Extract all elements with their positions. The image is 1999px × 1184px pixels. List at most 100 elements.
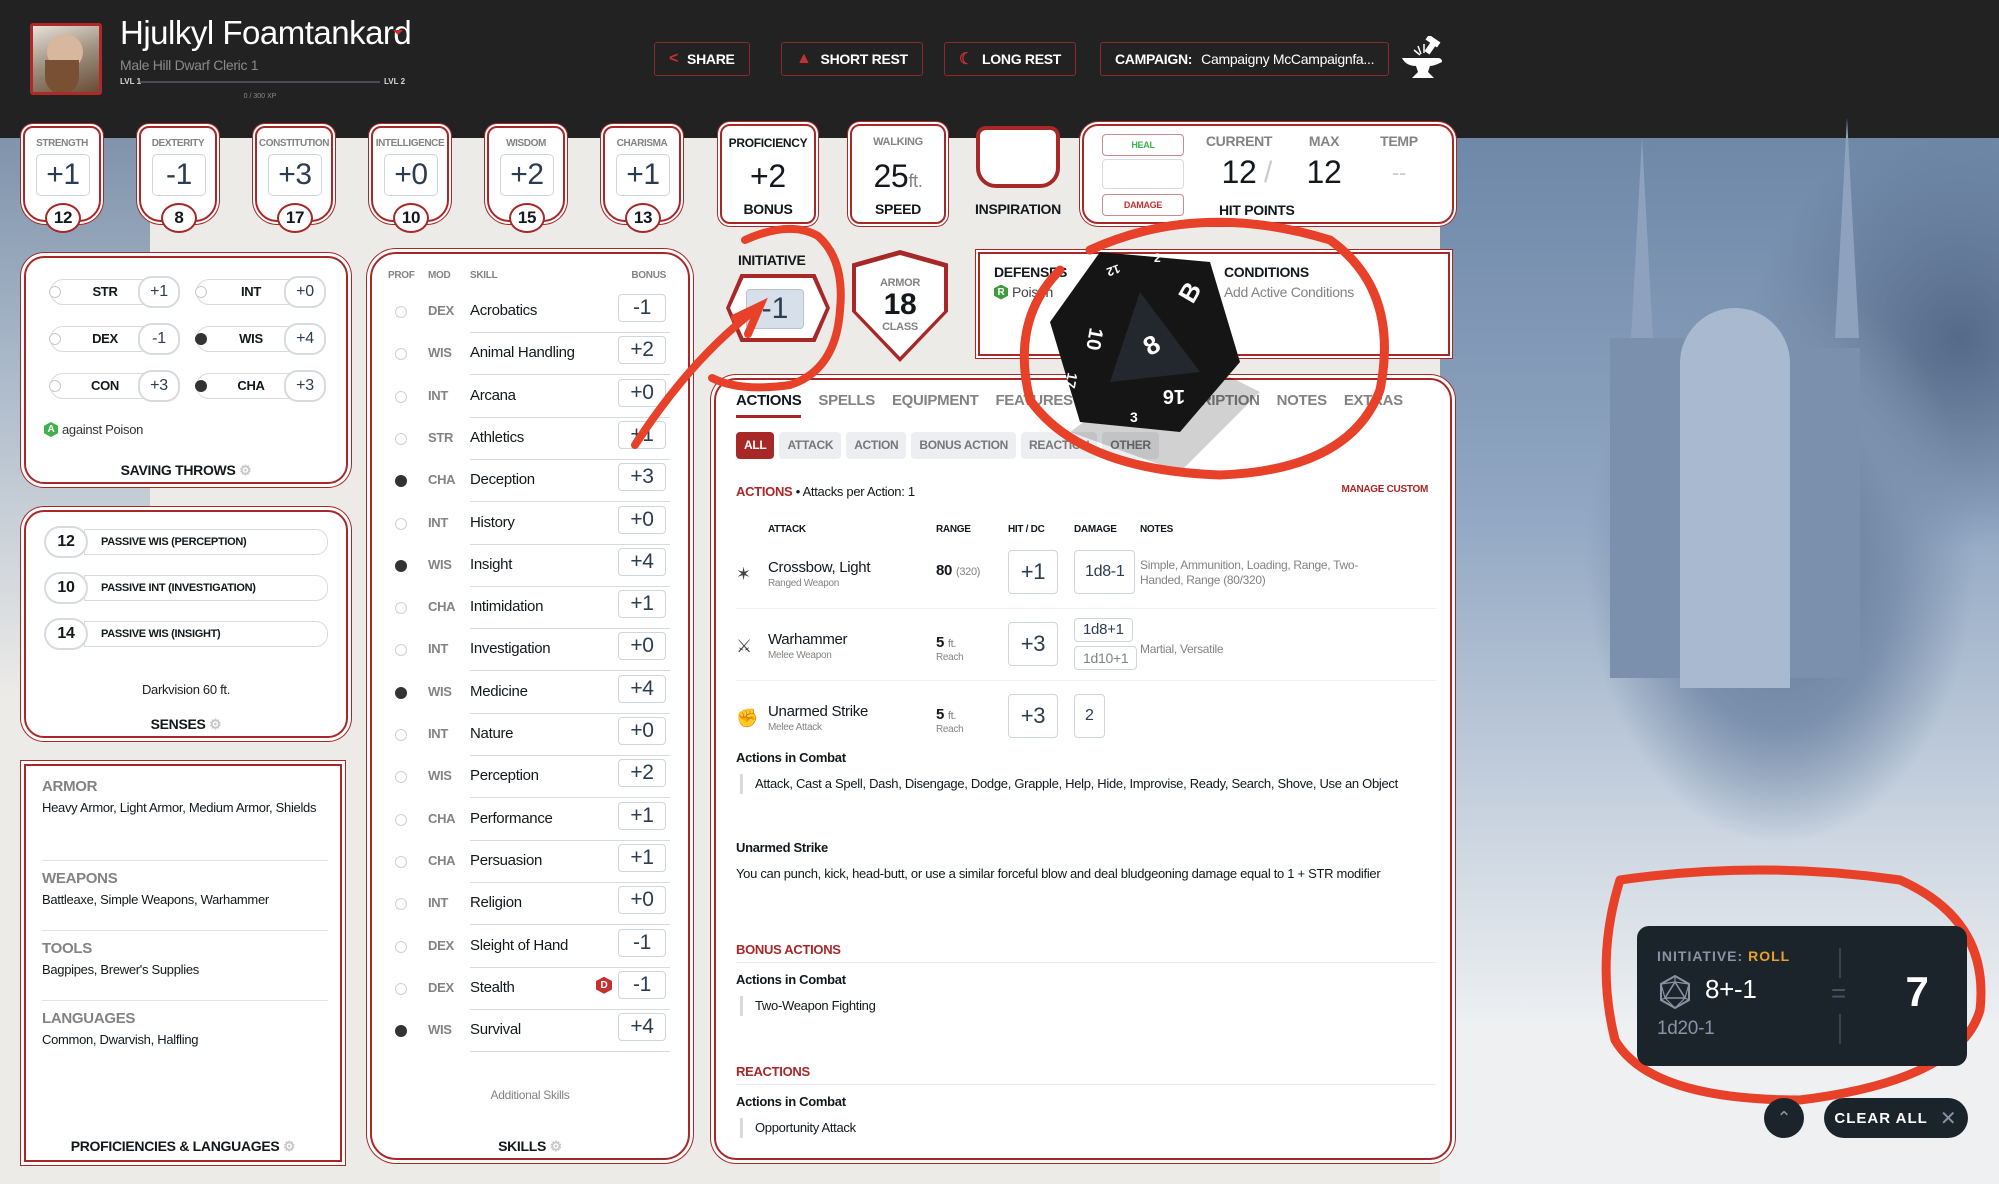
skill-row[interactable]: INT Religion +0 xyxy=(372,884,688,926)
damage-button[interactable]: DAMAGE xyxy=(1102,194,1184,216)
saving-throw-dex[interactable]: DEX -1 xyxy=(49,323,180,355)
gear-icon[interactable]: ⚙ xyxy=(550,1138,563,1154)
skill-bonus-button[interactable]: +4 xyxy=(618,1013,666,1042)
ability-dexterity[interactable]: DEXTERITY -1 8 xyxy=(139,126,217,233)
save-value[interactable]: +4 xyxy=(284,323,326,355)
initiative-roll-button[interactable]: -1 xyxy=(746,289,804,329)
skill-row[interactable]: INT Arcana +0 xyxy=(372,377,688,419)
skill-row[interactable]: DEX Acrobatics -1 xyxy=(372,292,688,334)
ability-constitution[interactable]: CONSTITUTION +3 17 xyxy=(255,126,333,233)
attack-row[interactable]: ✶ Crossbow, Light Ranged Weapon 80 (320) +1 1… xyxy=(736,550,1436,616)
skill-row[interactable]: WIS Survival +4 xyxy=(372,1011,688,1053)
saving-throw-str[interactable]: STR +1 xyxy=(49,276,180,308)
filter-attack[interactable]: ATTACK xyxy=(779,432,842,459)
expand-rolls-button[interactable]: ⌃ xyxy=(1764,1098,1804,1138)
gear-icon[interactable]: ⚙ xyxy=(283,1138,296,1154)
skill-row[interactable]: INT History +0 xyxy=(372,504,688,546)
ability-modifier[interactable]: +0 xyxy=(384,154,438,196)
ability-strength[interactable]: STRENGTH +1 12 xyxy=(23,126,101,233)
tab-spells[interactable]: SPELLS xyxy=(818,392,875,418)
skill-row[interactable]: CHA Performance +1 xyxy=(372,800,688,842)
save-value[interactable]: +0 xyxy=(284,276,326,308)
skill-bonus-button[interactable]: +0 xyxy=(618,717,666,745)
skill-row[interactable]: DEX Stealth D -1 xyxy=(372,969,688,1011)
attack-damage-button[interactable]: 2 xyxy=(1074,694,1105,738)
attack-damage-versatile-button[interactable]: 1d10+1 xyxy=(1074,646,1138,670)
ability-modifier[interactable]: +2 xyxy=(500,154,554,196)
save-value[interactable]: +3 xyxy=(284,370,326,402)
skill-bonus-button[interactable]: +1 xyxy=(618,801,666,830)
ability-charisma[interactable]: CHARISMA +1 13 xyxy=(603,126,681,233)
skill-row[interactable]: CHA Persuasion +1 xyxy=(372,842,688,884)
gear-icon[interactable]: ⚙ xyxy=(209,716,222,732)
ability-score[interactable]: 10 xyxy=(393,203,429,233)
ability-modifier[interactable]: +1 xyxy=(616,154,670,196)
skill-bonus-button[interactable]: -1 xyxy=(618,970,666,999)
ability-score[interactable]: 17 xyxy=(277,203,313,233)
save-value[interactable]: +3 xyxy=(138,370,180,402)
hp-temp[interactable]: -- xyxy=(1354,160,1444,186)
filter-all[interactable]: ALL xyxy=(736,432,775,459)
skill-row[interactable]: WIS Animal Handling +2 xyxy=(372,334,688,376)
filter-bonus-action[interactable]: BONUS ACTION xyxy=(911,432,1017,459)
ability-wisdom[interactable]: WISDOM +2 15 xyxy=(487,126,565,233)
skill-row[interactable]: INT Nature +0 xyxy=(372,715,688,757)
ability-modifier[interactable]: -1 xyxy=(152,154,206,196)
skill-bonus-button[interactable]: +0 xyxy=(618,632,666,661)
campaign-button[interactable]: CAMPAIGN: Campaigny McCampaignfa... xyxy=(1100,42,1390,76)
skill-row[interactable]: WIS Perception +2 xyxy=(372,757,688,799)
skill-row[interactable]: WIS Insight +4 xyxy=(372,546,688,588)
character-avatar[interactable] xyxy=(30,23,102,95)
attack-row[interactable]: ⚔ Warhammer Melee Weapon 5 ft. Reach +3 1d8+1 1… xyxy=(736,618,1436,688)
long-rest-button[interactable]: ☾ LONG REST xyxy=(944,42,1077,76)
ability-intelligence[interactable]: INTELLIGENCE +0 10 xyxy=(371,126,449,233)
attack-damage-button[interactable]: 1d8+1 xyxy=(1074,618,1133,642)
saving-throw-cha[interactable]: CHA +3 xyxy=(195,370,326,402)
tab-extras[interactable]: EXTRAS xyxy=(1344,392,1403,418)
attack-name[interactable]: Unarmed Strike xyxy=(768,703,868,720)
gear-icon[interactable]: ⚙ xyxy=(239,462,252,478)
ability-score[interactable]: 12 xyxy=(45,203,81,233)
attack-name[interactable]: Warhammer xyxy=(768,631,848,648)
save-value[interactable]: +1 xyxy=(138,276,180,308)
ability-modifier[interactable]: +1 xyxy=(36,154,90,196)
hp-change-input[interactable] xyxy=(1102,159,1184,189)
skill-bonus-button[interactable]: +1 xyxy=(618,420,666,449)
saving-throw-con[interactable]: CON +3 xyxy=(49,370,180,402)
skill-row[interactable]: CHA Intimidation +1 xyxy=(372,588,688,630)
skill-bonus-button[interactable]: -1 xyxy=(618,294,666,322)
skill-row[interactable]: WIS Medicine +4 xyxy=(372,673,688,715)
anvil-icon[interactable] xyxy=(1398,36,1448,80)
ability-modifier[interactable]: +3 xyxy=(268,154,322,196)
skill-row[interactable]: DEX Sleight of Hand -1 xyxy=(372,927,688,969)
roll-result-card[interactable]: INITIATIVE: ROLL 8+-1 1d20-1 = 7 xyxy=(1637,926,1967,1066)
saving-throw-wis[interactable]: WIS +4 xyxy=(195,323,326,355)
share-button[interactable]: < SHARE xyxy=(654,42,750,76)
short-rest-button[interactable]: ▲ SHORT REST xyxy=(781,42,923,76)
attack-hit-button[interactable]: +3 xyxy=(1008,694,1058,738)
manage-custom-link[interactable]: MANAGE CUSTOM xyxy=(1342,484,1429,495)
skill-bonus-button[interactable]: -1 xyxy=(618,928,666,957)
heal-button[interactable]: HEAL xyxy=(1102,134,1184,156)
skill-row[interactable]: STR Athletics +1 xyxy=(372,419,688,461)
skill-bonus-button[interactable]: +1 xyxy=(618,843,666,872)
skill-bonus-button[interactable]: +0 xyxy=(618,378,666,407)
additional-skills-link[interactable]: Additional Skills xyxy=(372,1088,688,1102)
ability-score[interactable]: 8 xyxy=(161,203,197,233)
ability-score[interactable]: 15 xyxy=(509,203,545,233)
ability-score[interactable]: 13 xyxy=(625,203,661,233)
tab-notes[interactable]: NOTES xyxy=(1277,392,1327,418)
saving-throw-int[interactable]: INT +0 xyxy=(195,276,326,308)
character-name[interactable]: Hjulkyl Foamtankard xyxy=(120,14,412,52)
skill-bonus-button[interactable]: +0 xyxy=(618,505,666,534)
filter-action[interactable]: ACTION xyxy=(846,432,907,459)
inspiration-toggle[interactable] xyxy=(976,126,1060,188)
attack-damage-button[interactable]: 1d8-1 xyxy=(1074,550,1136,594)
tab-equipment[interactable]: EQUIPMENT xyxy=(892,392,979,418)
save-value[interactable]: -1 xyxy=(138,323,180,355)
attack-hit-button[interactable]: +3 xyxy=(1008,622,1058,666)
skill-bonus-button[interactable]: +1 xyxy=(618,590,666,619)
skill-row[interactable]: INT Investigation +0 xyxy=(372,630,688,672)
skill-row[interactable]: CHA Deception +3 xyxy=(372,461,688,503)
tab-actions[interactable]: ACTIONS xyxy=(736,392,802,418)
